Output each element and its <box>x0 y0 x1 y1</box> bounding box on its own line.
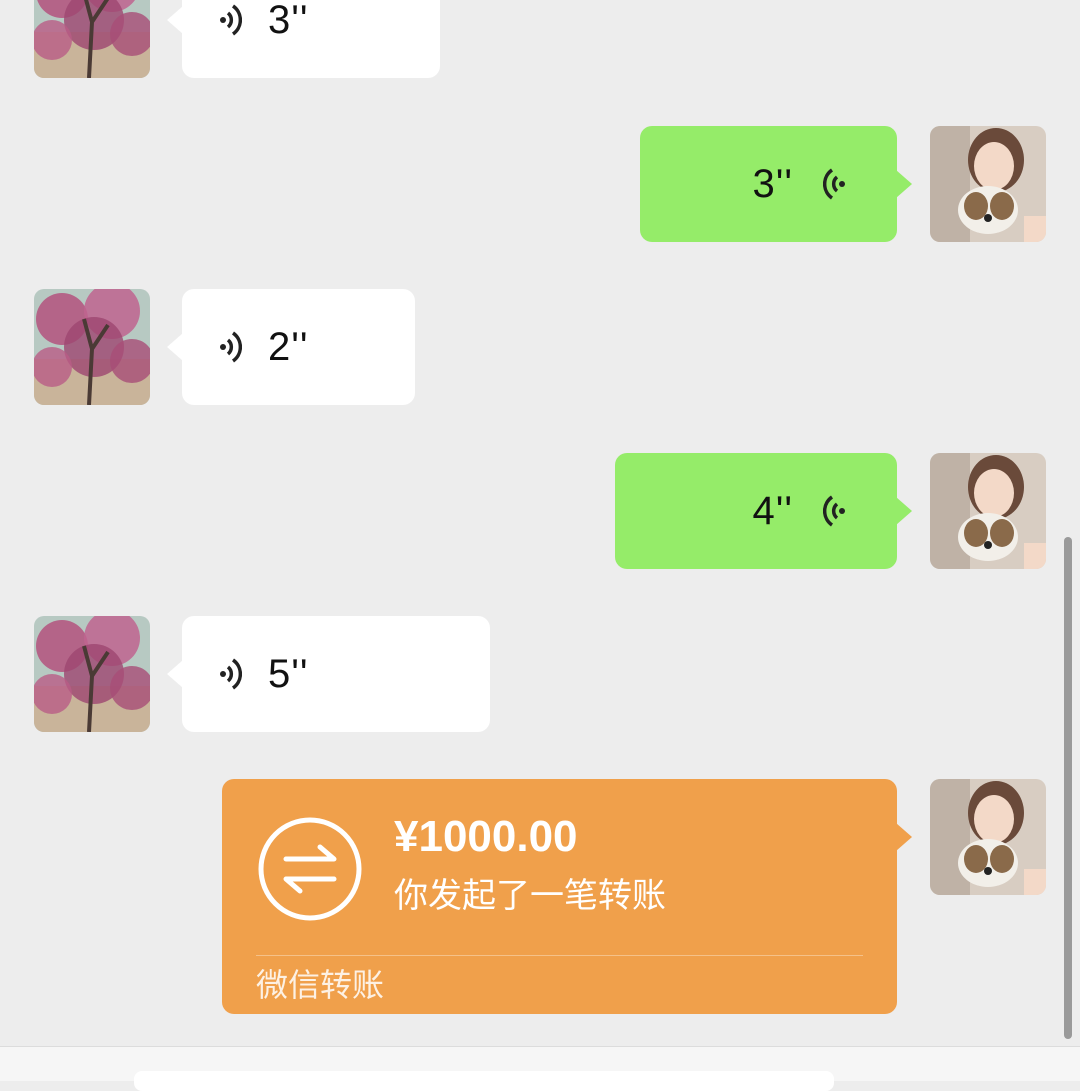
transfer-footer-label: 微信转账 <box>256 967 385 1003</box>
transfer-description: 你发起了一笔转账 <box>394 877 666 915</box>
voice-wave-icon <box>823 168 845 200</box>
scrollbar[interactable] <box>1064 537 1072 1039</box>
transfer-arrows-icon <box>258 817 362 921</box>
my-avatar[interactable] <box>930 779 1046 895</box>
voice-message-bubble[interactable]: 4'' <box>615 453 912 569</box>
transfer-divider <box>256 955 863 956</box>
voice-duration: 3'' <box>268 0 309 42</box>
contact-avatar[interactable] <box>34 616 150 732</box>
voice-message-bubble[interactable]: 3'' <box>640 126 912 242</box>
transfer-card[interactable]: ¥1000.00 你发起了一笔转账 微信转账 <box>222 779 912 1014</box>
voice-wave-icon <box>220 331 242 363</box>
voice-wave-icon <box>823 495 845 527</box>
voice-wave-icon <box>220 658 242 690</box>
voice-message-bubble[interactable]: 3'' <box>167 0 440 78</box>
chat-area: 3'' 3'' 2'' 4'' 5'' ¥1000.00 你发起了一笔转账 微信… <box>0 0 1080 1080</box>
contact-avatar[interactable] <box>34 289 150 405</box>
contact-avatar[interactable] <box>34 0 150 78</box>
voice-duration: 5'' <box>268 652 309 696</box>
message-input[interactable] <box>134 1071 834 1091</box>
voice-duration: 2'' <box>268 325 309 369</box>
my-avatar[interactable] <box>930 126 1046 242</box>
input-bar <box>0 1046 1080 1091</box>
my-avatar[interactable] <box>930 453 1046 569</box>
voice-message-bubble[interactable]: 2'' <box>167 289 415 405</box>
voice-duration: 3'' <box>752 162 793 206</box>
voice-duration: 4'' <box>752 489 793 533</box>
voice-message-bubble[interactable]: 5'' <box>167 616 490 732</box>
voice-wave-icon <box>220 4 242 36</box>
transfer-amount: ¥1000.00 <box>394 812 578 861</box>
